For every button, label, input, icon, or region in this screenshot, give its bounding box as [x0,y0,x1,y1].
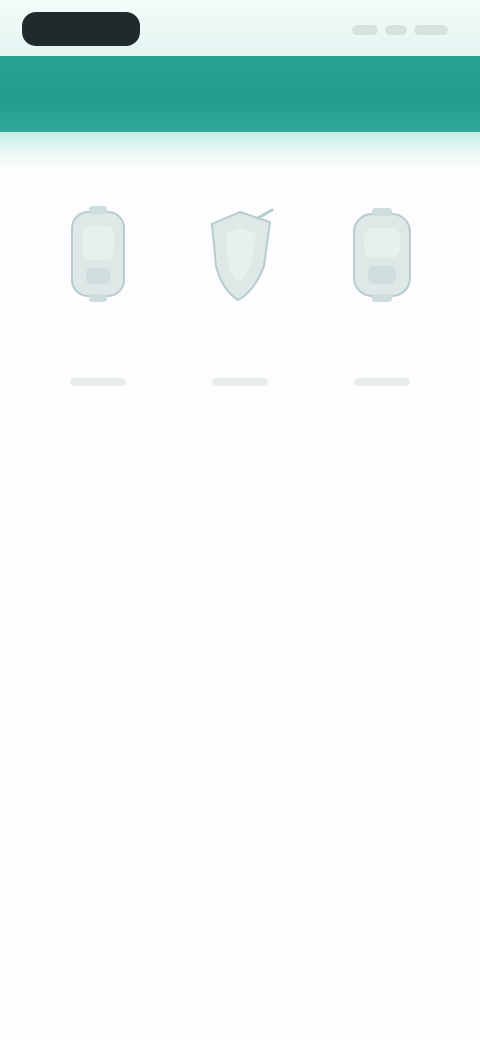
option-label-placeholder [70,378,126,386]
options-row [30,182,450,410]
option-card-2[interactable] [172,182,308,410]
app-header [0,56,480,132]
app-screen [0,0,480,1040]
device-icon [56,204,140,304]
option-card-3[interactable] [314,182,450,410]
option-label [354,352,410,374]
option-label [70,352,126,374]
option-label [212,352,268,374]
option-card-1[interactable] [30,182,166,410]
battery-icon [414,25,448,35]
device-icon [340,204,424,304]
header-shadow [0,132,480,172]
shield-icon [198,204,282,304]
signal-icon [352,25,378,35]
status-bar [0,0,480,56]
wifi-icon [385,25,407,35]
status-icons [352,22,448,38]
option-label-placeholder [212,378,268,386]
status-time [22,12,140,46]
option-label-placeholder [354,378,410,386]
